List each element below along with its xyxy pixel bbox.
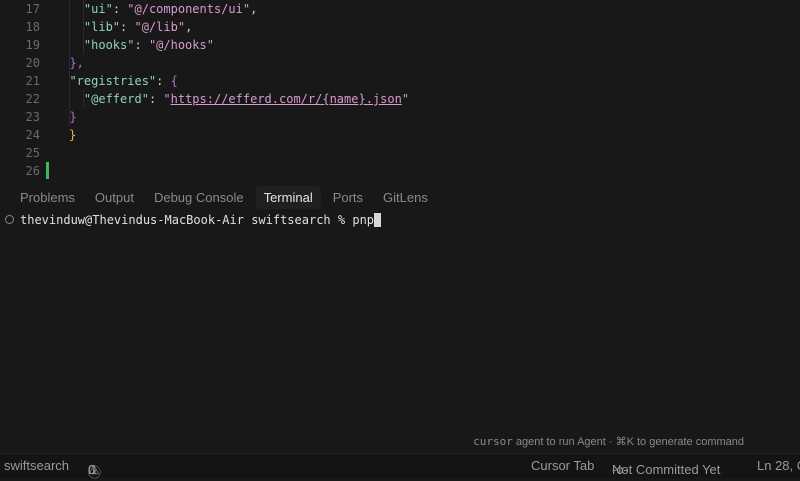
- tab-terminal[interactable]: Terminal: [255, 186, 321, 209]
- code-line: 20 },: [25, 56, 84, 70]
- tab-ports[interactable]: Ports: [325, 186, 371, 209]
- code-line: 26: [25, 164, 40, 178]
- terminal-hint: cursor agent to run Agent · ⌘K to genera…: [473, 435, 744, 448]
- tab-problems[interactable]: Problems: [12, 186, 83, 209]
- status-position[interactable]: Ln 28, C: [757, 458, 800, 473]
- status-folder[interactable]: swiftsearch: [4, 458, 69, 473]
- panel-tabs: Problems Output Debug Console Terminal P…: [12, 186, 436, 209]
- terminal-prompt: thevinduw@Thevindus-MacBook-Air swiftsea…: [20, 213, 353, 227]
- code-line: 21 "registries": {: [25, 74, 178, 88]
- code-line: 25: [25, 146, 40, 160]
- status-cursor-tab[interactable]: Cursor Tab: [531, 458, 594, 473]
- code-line: 17 "ui": "@/components/ui",: [25, 2, 258, 16]
- code-line: 23 }: [25, 110, 77, 124]
- code-line: 19 "hooks": "@/hooks": [25, 38, 214, 52]
- code-editor[interactable]: 17 "ui": "@/components/ui", 18 "lib": "@…: [0, 0, 800, 181]
- terminal-input[interactable]: pnp: [352, 213, 374, 227]
- registry-url-link[interactable]: https://efferd.com/r/{name}.json: [171, 92, 402, 106]
- tab-output[interactable]: Output: [87, 186, 142, 209]
- terminal-cursor: [374, 213, 382, 227]
- terminal[interactable]: thevinduw@Thevindus-MacBook-Air swiftsea…: [5, 213, 382, 227]
- command-status-icon: [5, 215, 14, 224]
- status-bar: swiftsearch ⓧ 0 ⚠ 0 Cursor Tab -o- Not C…: [0, 453, 800, 480]
- editor-cursor: [46, 162, 49, 179]
- tab-gitlens[interactable]: GitLens: [375, 186, 436, 209]
- code-line: 22 "@efferd": "https://efferd.com/r/{nam…: [25, 92, 410, 106]
- code-line: 18 "lib": "@/lib",: [25, 20, 193, 34]
- bottom-panel: Problems Output Debug Console Terminal P…: [0, 181, 800, 453]
- tab-debug-console[interactable]: Debug Console: [146, 186, 252, 209]
- code-line: 24}: [25, 128, 77, 142]
